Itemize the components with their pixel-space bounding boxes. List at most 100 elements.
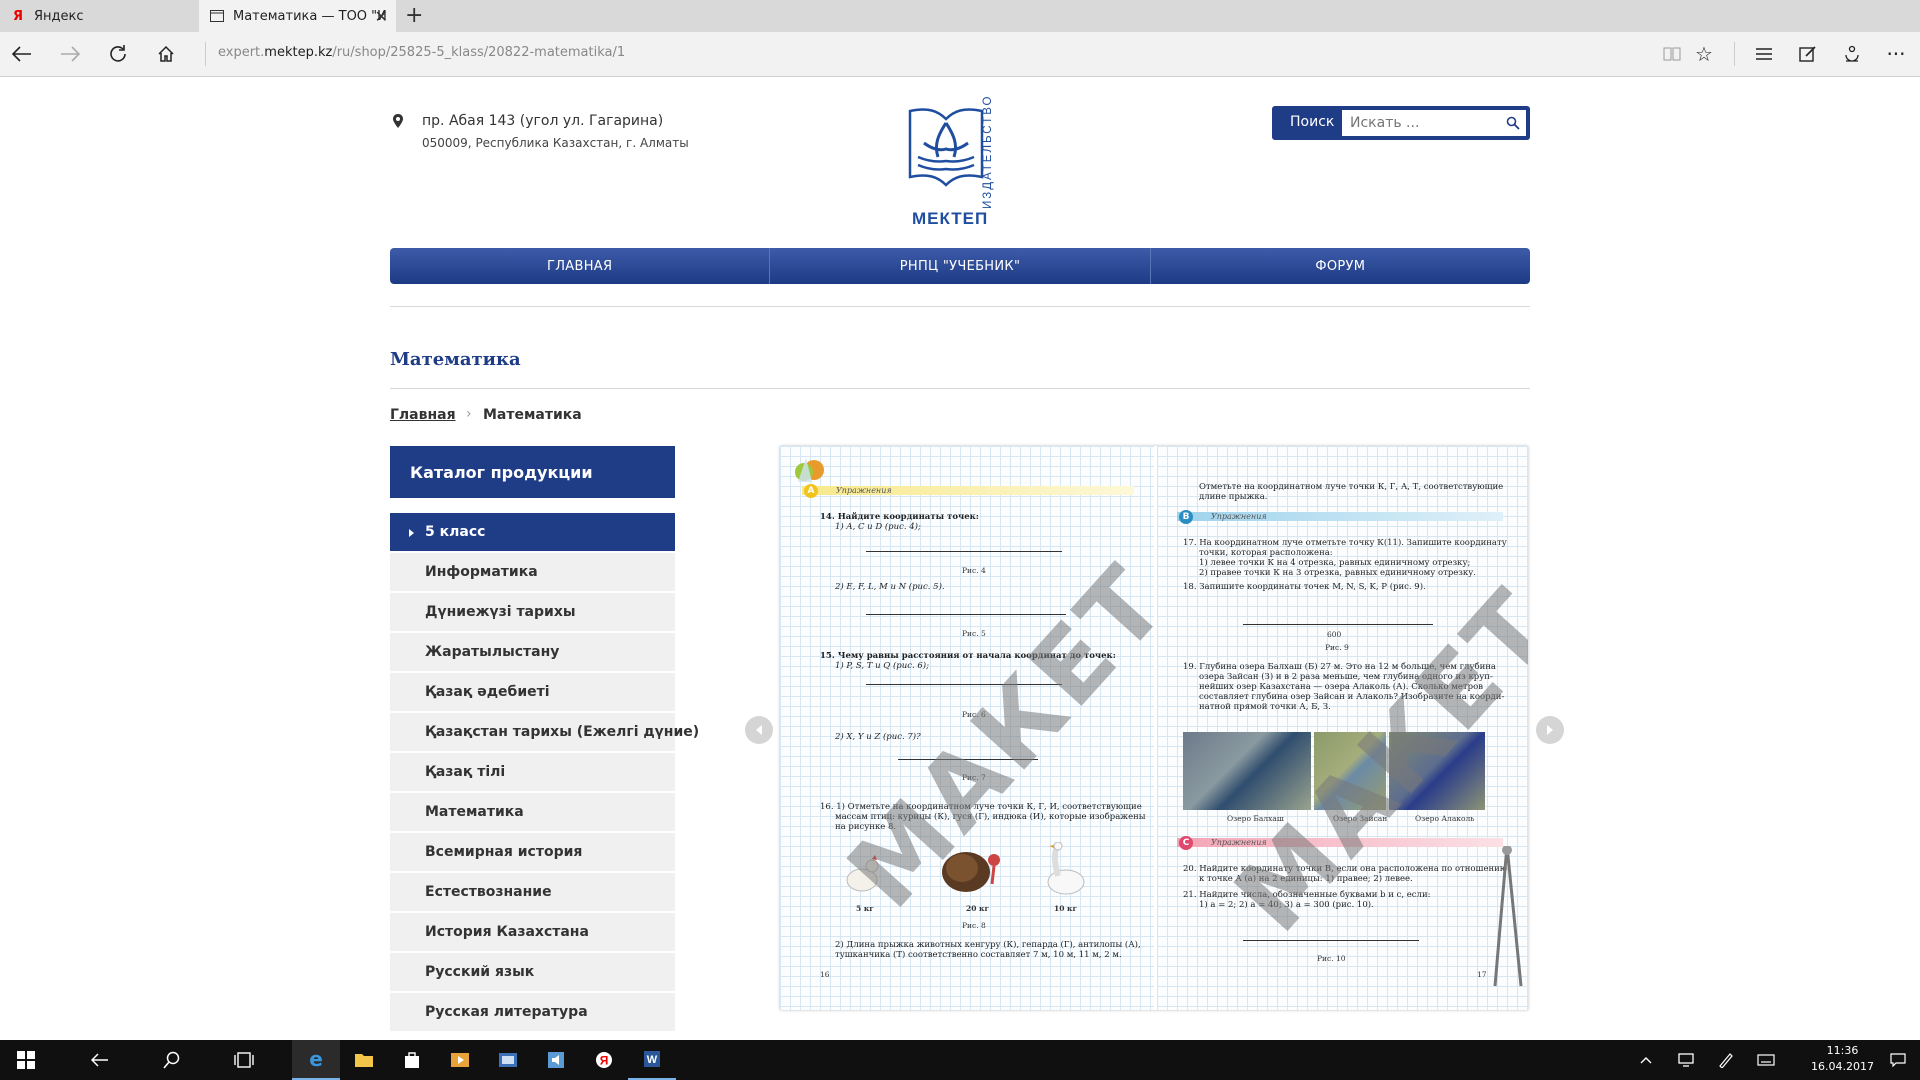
back-arrow-icon[interactable] (76, 1040, 124, 1080)
browser-tab-bar: Я Яндекс Математика — ТОО "И ✕ + (0, 0, 1920, 32)
divider (390, 306, 1530, 307)
search-box: Поиск (1272, 106, 1530, 140)
task-14: 14. Найдите координаты точек: (820, 512, 979, 522)
word-icon[interactable]: W (628, 1040, 676, 1080)
svg-text:Я: Я (600, 1054, 609, 1068)
next-page-button[interactable] (1536, 716, 1564, 744)
svg-text:W: W (647, 1054, 658, 1066)
more-icon[interactable]: ··· (1882, 40, 1910, 68)
task-16d: 2) Длина прыжка животных кенгуру (К), ге… (835, 940, 1141, 950)
main-menu: ГЛАВНАЯ РНПЦ "УЧЕБНИК" ФОРУМ (390, 248, 1530, 284)
task-16-cont-2: длине прыжка. (1199, 492, 1268, 502)
favorite-star-icon[interactable]: ☆ (1690, 40, 1718, 68)
url-domain: mektep.kz (264, 45, 333, 60)
catalog-item[interactable]: Қазақ әдебиеті (390, 673, 675, 711)
catalog-item[interactable]: Естествознание (390, 873, 675, 911)
catalog-item-5-klass[interactable]: 5 класс (390, 513, 675, 551)
bird-weight-2: 20 кг (966, 904, 990, 913)
location-pin-icon (393, 114, 403, 128)
book-page-left: Упражнения A 14. Найдите координаты точе… (780, 446, 1190, 1010)
windows-start-icon[interactable] (2, 1040, 50, 1080)
logo-vertical-text: ИЗДАТЕЛЬСТВО (982, 94, 994, 210)
page-number-left: 16 (820, 970, 830, 979)
chevron-up-icon[interactable] (1630, 1040, 1662, 1080)
menu-item-home[interactable]: ГЛАВНАЯ (390, 248, 771, 284)
url-prefix: expert. (218, 45, 265, 60)
number-line (1243, 940, 1419, 941)
task-view-icon[interactable] (220, 1040, 268, 1080)
chevron-right-icon: › (466, 406, 472, 422)
bird-weight-3: 10 кг (1054, 904, 1078, 913)
close-tab-icon[interactable]: ✕ (375, 7, 388, 26)
app-icon[interactable] (484, 1040, 532, 1080)
catalog-item[interactable]: Всемирная история (390, 833, 675, 871)
catalog-item[interactable]: История Казахстана (390, 913, 675, 951)
search-input[interactable] (1342, 110, 1526, 136)
forward-icon[interactable] (56, 40, 84, 68)
address-bar[interactable]: expert.mektep.kz/ru/shop/25825-5_klass/2… (218, 45, 625, 60)
task-14b: 2) E, F, L, M и N (рис. 5). (835, 582, 945, 592)
taskbar: e Я W 11:36 16.04.2017 (0, 1040, 1920, 1080)
exercise-band-b: Упражнения (1177, 512, 1503, 521)
file-explorer-icon[interactable] (340, 1040, 388, 1080)
book-preview[interactable]: Упражнения A 14. Найдите координаты точе… (780, 446, 1528, 1010)
audio-app-icon[interactable] (532, 1040, 580, 1080)
media-player-icon[interactable] (436, 1040, 484, 1080)
fruit-illustration-icon (795, 458, 824, 482)
section-letter-b: B (1179, 510, 1193, 524)
tick-label: 600 (1327, 630, 1342, 639)
prev-page-button[interactable] (745, 716, 773, 744)
triangle-right-icon (409, 529, 414, 537)
exercise-band-title: Упражнения (836, 486, 892, 495)
clock-date: 16.04.2017 (1811, 1060, 1874, 1073)
tab-label: Математика — ТОО "И (233, 8, 387, 24)
catalog-item[interactable]: Информатика (390, 553, 675, 591)
menu-item-uchebnik[interactable]: РНПЦ "УЧЕБНИК" (770, 248, 1151, 284)
catalog-item-label: 5 класс (425, 524, 486, 540)
catalog-item[interactable]: Русский язык (390, 953, 675, 991)
web-note-icon[interactable] (1794, 40, 1822, 68)
catalog-list: 5 класс Информатика Дүниежүзі тарихы Жар… (390, 513, 699, 1033)
browser-nav-bar: expert.mektep.kz/ru/shop/25825-5_klass/2… (0, 32, 1920, 77)
mektep-logo[interactable]: МЕКТЕП ИЗДАТЕЛЬСТВО (908, 94, 1008, 230)
catalog-item[interactable]: Қазақ тілі (390, 753, 675, 791)
task-19e: натной прямой точки А, Б, З. (1199, 702, 1331, 712)
divider (205, 42, 206, 66)
home-icon[interactable] (152, 40, 180, 68)
back-icon[interactable] (8, 40, 36, 68)
menu-item-forum[interactable]: ФОРУМ (1151, 248, 1530, 284)
clock[interactable]: 11:36 16.04.2017 (1811, 1043, 1874, 1075)
catalog-item[interactable]: Қазақстан тарихы (Ежелгі дүние) (390, 713, 699, 751)
catalog-item[interactable]: Жаратылыстану (390, 633, 675, 671)
edge-app-icon[interactable]: e (292, 1040, 340, 1080)
catalog-item[interactable]: Математика (390, 793, 675, 831)
tab-matematika[interactable]: Математика — ТОО "И ✕ (199, 0, 396, 32)
breadcrumb-home[interactable]: Главная (390, 407, 456, 423)
catalog-item[interactable]: Дүниежүзі тарихы (390, 593, 675, 631)
share-icon[interactable] (1838, 40, 1866, 68)
catalog-item[interactable]: Русская литература (390, 993, 675, 1031)
catalog-heading: Каталог продукции (390, 446, 675, 498)
notifications-icon[interactable] (1878, 1040, 1918, 1080)
reading-view-icon[interactable] (1658, 40, 1686, 68)
refresh-icon[interactable] (104, 40, 132, 68)
task-15b: 2) X, Y и Z (рис. 7)? (835, 732, 921, 742)
search-label: Поиск (1290, 114, 1335, 130)
network-icon[interactable] (1670, 1040, 1702, 1080)
yandex-browser-icon[interactable]: Я (580, 1040, 628, 1080)
search-icon[interactable] (1506, 116, 1520, 130)
task-14a: 1) A, C и D (рис. 4); (835, 522, 921, 532)
arrow-right-icon (1547, 725, 1553, 735)
keyboard-icon[interactable] (1750, 1040, 1782, 1080)
new-tab-button[interactable]: + (405, 3, 423, 28)
task-18: 18. Запишите координаты точек M, N, S, K… (1183, 582, 1426, 592)
compass-icon (1493, 846, 1523, 987)
pen-icon[interactable] (1710, 1040, 1742, 1080)
search-icon[interactable] (148, 1040, 196, 1080)
exercise-band-title: Упражнения (1211, 512, 1267, 521)
store-icon[interactable] (388, 1040, 436, 1080)
task-16-cont-1: Отметьте на координатном луче точки К, Г… (1199, 482, 1504, 492)
hub-icon[interactable] (1750, 40, 1778, 68)
tab-yandex[interactable]: Я Яндекс (0, 0, 198, 32)
bird-weight-1: 5 кг (856, 904, 874, 913)
